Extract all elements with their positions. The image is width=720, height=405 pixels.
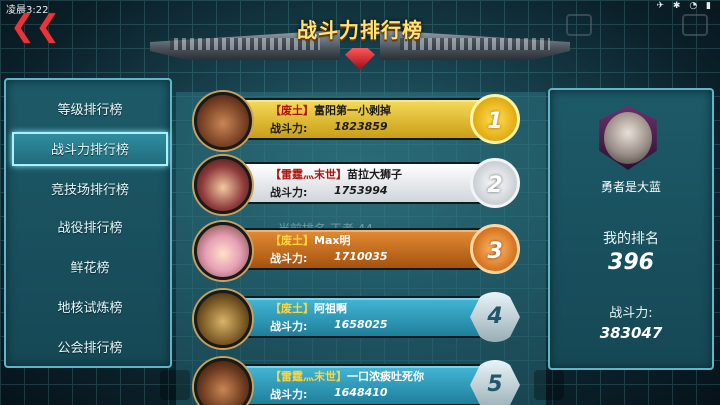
page-title: 战斗力排行榜: [297, 18, 423, 42]
tab-power-ranking[interactable]: 战斗力排行榜: [12, 132, 168, 166]
tab-flower-ranking[interactable]: 鲜花榜: [12, 252, 168, 286]
power-label: 战斗力:: [270, 252, 308, 265]
player-name: 【废土】阿祖啊: [270, 302, 347, 315]
player-avatar: [194, 222, 252, 280]
power-value: 1823859: [334, 120, 388, 133]
back-button[interactable]: ❮❮: [10, 12, 60, 42]
ranking-row[interactable]: 【雷霆灬末世】苗拉大狮子 战斗力: 1753994 2: [194, 156, 524, 216]
tab-core-trial-ranking[interactable]: 地核试炼榜: [12, 292, 168, 326]
power-value: 1710035: [334, 250, 388, 263]
player-name: 【雷霆灬末世】一口浓痰吐死你: [270, 370, 424, 383]
tab-guild-ranking[interactable]: 公会排行榜: [12, 332, 168, 366]
power-value: 1658025: [334, 318, 388, 331]
tab-level-ranking[interactable]: 等级排行榜: [12, 94, 168, 128]
rank-medal-silver-icon: 2: [470, 158, 520, 208]
rank-medal-bronze-icon: 3: [470, 224, 520, 274]
ranking-row[interactable]: 【废土】阿祖啊 战斗力: 1658025 4: [194, 290, 524, 350]
player-avatar: [194, 156, 252, 214]
my-rank-label: 我的排名: [603, 231, 659, 247]
power-label: 战斗力:: [270, 186, 308, 199]
tab-arena-ranking[interactable]: 竞技场排行榜: [12, 174, 168, 208]
player-avatar: [194, 290, 252, 348]
power-value: 1648410: [334, 386, 388, 399]
status-icons: ✈ ✱ ◔ ▮: [656, 1, 714, 11]
power-label: 战斗力:: [270, 320, 308, 333]
my-rank-value: 396: [608, 250, 654, 275]
my-avatar: [604, 112, 652, 164]
player-name: 【废土】Max明: [270, 234, 351, 247]
ranking-category-sidebar: 等级排行榜 战斗力排行榜 竞技场排行榜 战役排行榜 鲜花榜 地核试炼榜 公会排行…: [4, 78, 172, 368]
player-name: 【雷霆灬末世】苗拉大狮子: [270, 168, 402, 181]
power-label: 战斗力:: [270, 388, 308, 401]
my-power-label: 战斗力:: [609, 306, 653, 321]
my-player-name: 勇者是大蓝: [600, 180, 661, 194]
ranking-row[interactable]: 【废土】富阳第一小剥掉 战斗力: 1823859 1: [194, 92, 524, 152]
background-button-shadow: [534, 370, 564, 400]
back-chevron-icon: ❮❮: [10, 9, 61, 44]
tab-campaign-ranking[interactable]: 战役排行榜: [12, 212, 168, 246]
background-button-shadow: [160, 370, 190, 400]
player-avatar: [194, 92, 252, 150]
ranking-row[interactable]: 【废土】Max明 战斗力: 1710035 3: [194, 222, 524, 282]
rank-medal-gold-icon: 1: [470, 94, 520, 144]
power-value: 1753994: [334, 184, 388, 197]
mail-icon[interactable]: [566, 14, 592, 36]
my-power-value: 383047: [599, 324, 663, 342]
power-label: 战斗力:: [270, 122, 308, 135]
player-name: 【废土】富阳第一小剥掉: [270, 104, 391, 117]
settings-icon[interactable]: [682, 14, 708, 36]
ranking-row[interactable]: 【雷霆灬末世】一口浓痰吐死你 战斗力: 1648410 5: [194, 358, 524, 405]
